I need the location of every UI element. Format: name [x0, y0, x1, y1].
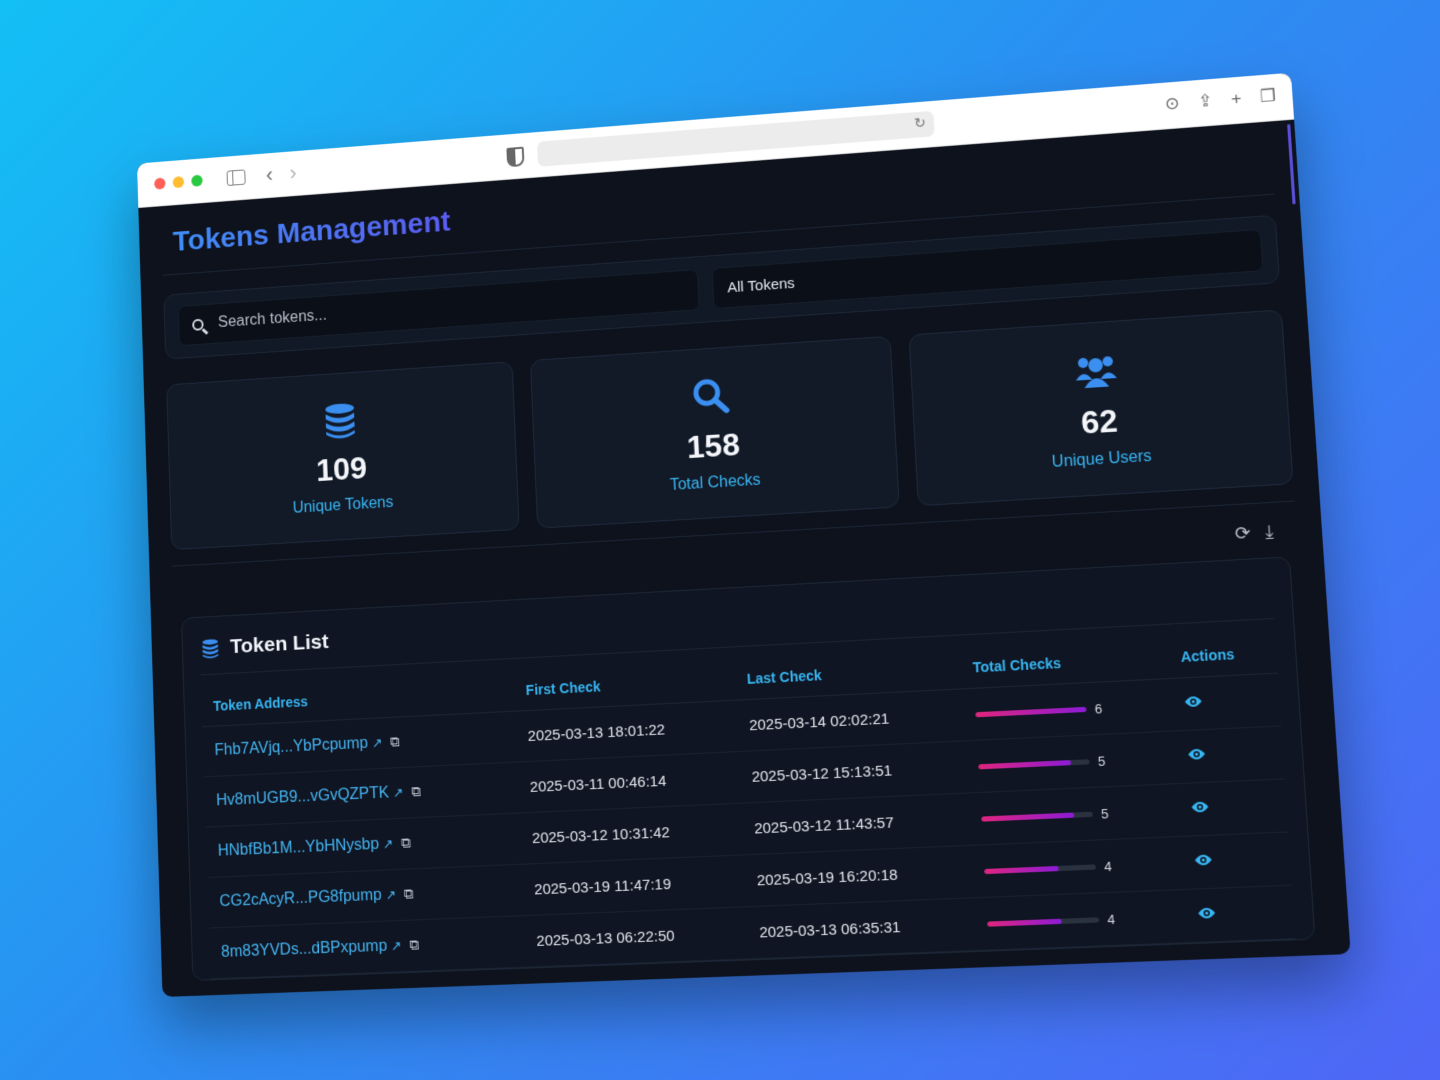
copy-icon[interactable]: ⧉ — [411, 783, 421, 799]
checks-count: 5 — [1097, 752, 1106, 769]
users-icon — [1072, 347, 1120, 394]
token-list-card: Token List Token Address First Check Las… — [181, 556, 1316, 981]
actions-cell — [1176, 778, 1289, 837]
view-eye-icon[interactable] — [1186, 747, 1206, 766]
checks-bar-fill — [987, 918, 1062, 927]
first-check-cell: 2025-03-12 10:31:42 — [519, 803, 744, 865]
checks-bar-wrap: 4 — [987, 909, 1173, 932]
window-controls — [154, 174, 203, 190]
stat-value: 158 — [686, 425, 741, 465]
first-check-cell: 2025-03-13 06:22:50 — [523, 906, 749, 968]
privacy-shield-icon[interactable] — [506, 146, 525, 168]
checks-bar-track — [978, 758, 1090, 769]
copy-icon[interactable]: ⧉ — [390, 733, 400, 749]
sidebar-toggle-icon[interactable] — [226, 169, 246, 187]
checks-count: 5 — [1100, 805, 1109, 822]
token-address-link[interactable]: HNbfBb1M...YbHNysbp — [218, 836, 380, 860]
stat-card-total-checks: 158 Total Checks — [530, 335, 900, 529]
external-link-icon[interactable]: ↗ — [383, 836, 394, 851]
last-check-cell: 2025-03-13 06:35:31 — [745, 897, 977, 959]
actions-cell — [1172, 725, 1285, 784]
close-window-button[interactable] — [154, 177, 166, 190]
checks-bar-wrap: 4 — [984, 856, 1169, 879]
stat-card-unique-users: 62 Unique Users — [908, 309, 1294, 507]
token-table: Token Address First Check Last Check Tot… — [201, 629, 1296, 979]
copy-icon[interactable]: ⧉ — [401, 834, 411, 850]
token-filter-select[interactable]: All Tokens — [711, 228, 1264, 310]
search-box[interactable] — [177, 268, 700, 347]
new-tab-icon[interactable]: + — [1231, 89, 1243, 110]
checks-bar-fill — [975, 706, 1087, 717]
browser-actions: ⊙ ⇪ + ❐ — [1164, 86, 1276, 115]
copy-icon[interactable]: ⧉ — [409, 936, 419, 952]
total-checks-cell: 4 — [970, 836, 1183, 898]
external-link-icon[interactable]: ↗ — [385, 887, 396, 902]
token-address-link[interactable]: Hv8mUGB9...vGvQZPTK — [216, 785, 389, 810]
checks-bar-track — [975, 706, 1087, 717]
database-icon — [202, 638, 219, 659]
token-list-title: Token List — [229, 630, 329, 659]
token-address-link[interactable]: Fhb7AVjq...YbPcpump — [214, 735, 368, 759]
reload-icon[interactable]: ↻ — [914, 114, 927, 132]
downloads-icon[interactable]: ⊙ — [1164, 93, 1180, 114]
checks-bar-fill — [984, 865, 1059, 874]
page-title: Tokens Management — [172, 205, 452, 258]
first-check-cell: 2025-03-19 11:47:19 — [521, 854, 746, 916]
actions-cell — [1179, 831, 1292, 890]
checks-bar-track — [984, 863, 1096, 874]
stat-label: Total Checks — [669, 471, 761, 494]
stat-label: Unique Users — [1051, 447, 1153, 471]
magnifier-icon — [690, 373, 732, 419]
total-checks-cell: 4 — [973, 889, 1187, 951]
checks-bar-track — [981, 811, 1093, 822]
view-eye-icon[interactable] — [1193, 852, 1213, 872]
last-check-cell: 2025-03-12 11:43:57 — [740, 793, 971, 855]
browser-window: ‹ › ↻ ⊙ ⇪ + ❐ Tokens Management All Toke… — [136, 72, 1351, 997]
search-icon — [192, 318, 204, 331]
stat-label: Unique Tokens — [292, 493, 394, 517]
scrollbar[interactable] — [1287, 123, 1296, 205]
view-eye-icon[interactable] — [1183, 694, 1203, 713]
back-arrow-icon[interactable]: ‹ — [266, 162, 274, 186]
stat-value: 109 — [315, 449, 368, 488]
view-eye-icon[interactable] — [1196, 905, 1216, 925]
minimize-window-button[interactable] — [172, 176, 185, 189]
token-filter-value: All Tokens — [726, 274, 796, 296]
download-icon[interactable]: ⤓ — [1265, 521, 1275, 543]
checks-bar-fill — [978, 759, 1072, 769]
search-input[interactable] — [215, 280, 685, 334]
checks-count: 6 — [1094, 700, 1103, 717]
stat-value: 62 — [1079, 401, 1119, 441]
external-link-icon[interactable]: ↗ — [393, 785, 404, 800]
checks-count: 4 — [1103, 858, 1113, 874]
total-checks-cell: 5 — [967, 783, 1180, 846]
copy-icon[interactable]: ⧉ — [404, 885, 414, 901]
actions-cell — [1182, 885, 1296, 943]
column-header-actions: Actions — [1166, 629, 1278, 679]
refresh-icon[interactable]: ⟳ — [1234, 523, 1251, 545]
database-icon — [320, 397, 360, 442]
token-address-link[interactable]: 8m83YVDs...dBPxpump — [221, 938, 388, 961]
checks-bar-wrap: 5 — [981, 803, 1166, 826]
checks-bar-wrap: 6 — [975, 698, 1159, 722]
token-address-link[interactable]: CG2cAcyR...PG8fpump — [219, 887, 382, 911]
forward-arrow-icon[interactable]: › — [289, 161, 297, 185]
actions-cell — [1169, 673, 1282, 732]
checks-bar-track — [987, 916, 1100, 927]
tabs-overview-icon[interactable]: ❐ — [1259, 86, 1276, 107]
last-check-cell: 2025-03-19 16:20:18 — [743, 845, 974, 907]
page-content: Tokens Management All Tokens — [138, 120, 1349, 982]
checks-count: 4 — [1106, 910, 1116, 927]
total-checks-cell: 5 — [964, 731, 1177, 794]
maximize-window-button[interactable] — [191, 174, 203, 187]
view-eye-icon[interactable] — [1190, 799, 1210, 818]
share-icon[interactable]: ⇪ — [1197, 91, 1213, 112]
external-link-icon[interactable]: ↗ — [372, 735, 383, 750]
checks-bar-wrap: 5 — [978, 750, 1163, 774]
stat-card-unique-tokens: 109 Unique Tokens — [166, 361, 521, 551]
external-link-icon[interactable]: ↗ — [391, 938, 402, 953]
checks-bar-fill — [981, 812, 1075, 822]
